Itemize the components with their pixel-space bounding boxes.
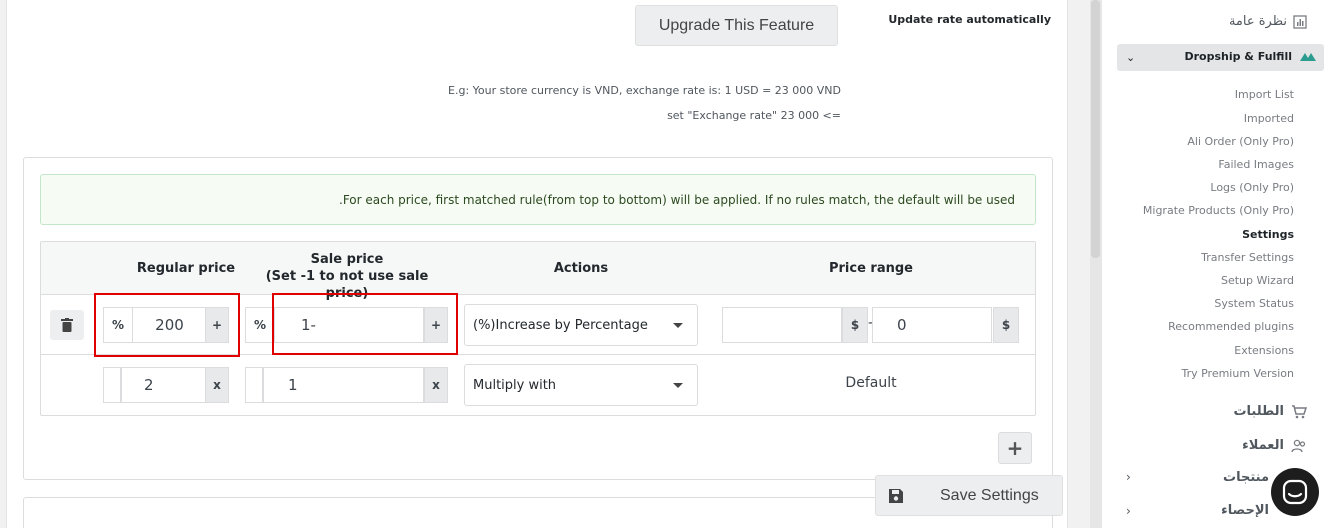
users-icon [1291,439,1306,452]
action-select[interactable]: (%)Increase by Percentage [464,304,698,346]
sidebar-item-dropship-label: Dropship & Fulfill [1184,50,1292,63]
chat-launcher-button[interactable] [1271,468,1319,516]
sidebar-item-analytics[interactable]: الإحصاء [1221,503,1269,518]
trash-icon [61,318,73,332]
column-actions: Actions [553,261,609,276]
chevron-down-icon [673,383,683,388]
default-range-label: Default [845,375,897,391]
sidebar-item-orders-label: الطلبات [1233,404,1284,419]
price-rules-table: Regular price Sale price (Set -1 to not … [40,241,1036,416]
add-rule-button[interactable]: + [998,432,1032,464]
sidebar-item-overview[interactable]: نظرة عامة [1229,14,1307,29]
save-settings-button[interactable]: Save Settings [875,475,1063,516]
chevron-down-icon: ⌄ [1126,51,1136,64]
price-rules-box: .For each price, first matched rule(from… [23,157,1053,480]
sale-price-unit-empty[interactable] [245,367,263,403]
sidebar-subitem-failed-images[interactable]: Failed Images [1218,158,1294,171]
regular-price-multiplier-input[interactable]: 2 [121,367,207,403]
sidebar-subitem-recommended-plugins[interactable]: Recommended plugins [1168,320,1294,333]
delete-rule-button[interactable] [50,310,84,340]
sidebar-subitem-migrate-products[interactable]: Migrate Products (Only Pro) [1143,204,1294,217]
settings-panel: Upgrade This Feature Update rate automat… [6,0,1068,528]
price-range-to-unit: $ [993,307,1019,343]
default-action-select[interactable]: Multiply with [464,364,698,406]
table-row: 2 x 1 x Multiply with Default [41,355,1035,415]
sidebar-subitem-ali-order[interactable]: Ali Order (Only Pro) [1187,135,1294,148]
app-root: Upgrade This Feature Update rate automat… [0,0,1329,528]
table-header: Regular price Sale price (Set -1 to not … [41,242,1035,301]
dashboard-icon [1293,14,1307,29]
chevron-right-icon[interactable]: › [1126,504,1131,518]
page-scrollbar-thumb[interactable] [1091,0,1100,258]
sidebar-item-customers[interactable]: العملاء [1242,438,1307,453]
price-range-to-input[interactable]: 0 [872,307,992,343]
sidebar-subitem-system-status[interactable]: System Status [1214,297,1294,310]
sidebar-item-analytics-label: الإحصاء [1221,503,1269,518]
default-action-select-value: Multiply with [473,377,557,393]
sidebar-item-dropship[interactable]: ⌄ Dropship & Fulfill [1117,44,1324,71]
price-range-from-input[interactable] [722,307,842,343]
sidebar-subitem-setup-wizard[interactable]: Setup Wizard [1221,274,1294,287]
highlight-sale-price [272,293,458,355]
dropship-logo-icon [1300,53,1316,61]
price-range-from-unit: $ [842,307,868,343]
sidebar-subitem-imported[interactable]: Imported [1244,112,1294,125]
highlight-regular-price [94,293,240,357]
sidebar-subitem-try-premium[interactable]: Try Premium Version [1181,367,1294,380]
column-regular-price: Regular price [136,261,236,276]
upgrade-feature-button[interactable]: Upgrade This Feature [635,5,838,46]
exchange-hint-line1: E.g: Your store currency is VND, exchang… [448,84,841,97]
sidebar-item-overview-label: نظرة عامة [1228,14,1287,29]
update-rate-label: Update rate automatically [888,13,1051,26]
chevron-down-icon [673,323,683,328]
chevron-right-icon[interactable]: › [1126,470,1131,484]
column-sale-price-title: Sale price [310,252,384,267]
regular-price-unit-empty[interactable] [103,367,121,403]
action-select-value: (%)Increase by Percentage [473,317,648,333]
sidebar-item-customers-label: العملاء [1242,438,1284,453]
save-settings-label: Save Settings [940,487,1039,504]
admin-sidebar: نظرة عامة ⌄ Dropship & Fulfill Import Li… [1102,0,1329,528]
rules-notice: .For each price, first matched rule(from… [40,174,1036,225]
chat-icon [1282,479,1308,505]
sidebar-subitem-import-list[interactable]: Import List [1235,88,1294,101]
exchange-hint-line2: set "Exchange rate" 23 000 <= [667,109,841,122]
sidebar-subitem-logs[interactable]: Logs (Only Pro) [1210,181,1294,194]
column-price-range: Price range [828,261,913,276]
sidebar-item-products[interactable]: منتجات [1223,470,1269,485]
sale-price-multiplier-input[interactable]: 1 [263,367,424,403]
sale-price-unit[interactable]: % [245,307,275,343]
regular-price-multiplier-addon: x [205,367,229,403]
table-row: % 200 + % 1- + (%)Increase by Percentage… [41,293,1035,357]
sidebar-item-products-label: منتجات [1223,470,1269,485]
save-icon [889,489,903,503]
sidebar-subitem-settings[interactable]: Settings [1242,228,1294,241]
sidebar-item-orders[interactable]: الطلبات [1233,404,1307,419]
cart-icon [1292,404,1307,418]
sale-price-multiplier-addon: x [424,367,448,403]
sidebar-subitem-transfer-settings[interactable]: Transfer Settings [1201,251,1294,264]
sidebar-subitem-extensions[interactable]: Extensions [1234,344,1294,357]
